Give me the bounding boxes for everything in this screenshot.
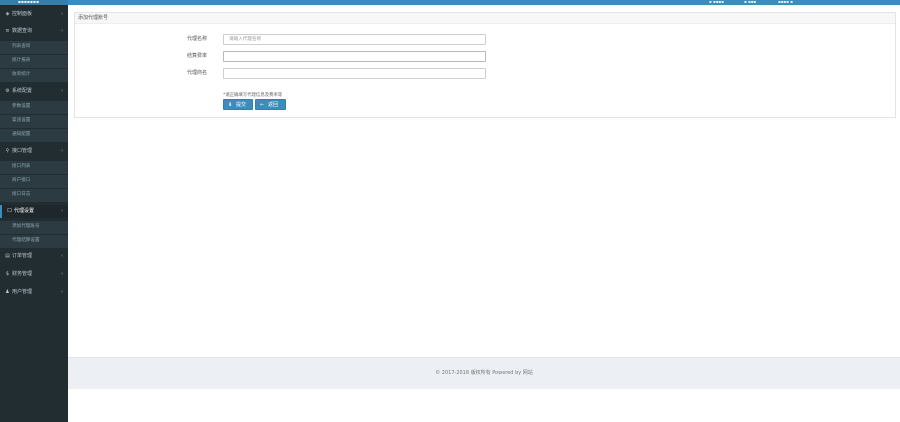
sidebar-subitem-label: 列表查询 xyxy=(12,44,31,49)
agent-merchant-label: 代理商名 xyxy=(186,70,207,76)
footer-copyright: © 2017-2018 版权所有 Powered by 网站 xyxy=(435,370,533,376)
sidebar-subitem[interactable]: 统计报表 xyxy=(0,55,68,68)
chevron-left-icon: ‹ xyxy=(61,208,63,214)
topnav-item-2[interactable]: ▪ ▪▪▪ xyxy=(744,0,756,4)
sidebar-item-label: 财务管理 xyxy=(12,271,33,277)
chevron-left-icon: ‹ xyxy=(61,88,63,94)
sidebar-subitem-label: 接口日志 xyxy=(12,192,31,197)
page-title: 添加代理账号 xyxy=(78,15,109,21)
chevron-left-icon: ‹ xyxy=(61,253,63,259)
sidebar-item-orders[interactable]: ▤ 订单管理 ‹ xyxy=(0,250,68,263)
form-box: 添加代理账号 代理名称 请输入代理名称 结算费率 代理商名 *请正确填写代理信息… xyxy=(74,12,896,118)
content-area: 添加代理账号 代理名称 请输入代理名称 结算费率 代理商名 *请正确填写代理信息… xyxy=(68,5,900,357)
sidebar-item-finance[interactable]: $ 财务管理 ‹ xyxy=(0,268,68,281)
sidebar-item-data-query[interactable]: ≡ 数据查询 ‹ xyxy=(0,25,68,38)
plug-icon: ⚲ xyxy=(5,148,10,154)
agent-name-label: 代理名称 xyxy=(186,36,207,42)
sidebar: ◈ 控制面板 ‹ ≡ 数据查询 ‹ 列表查询 统计报表 收单统计 ⚙ 系统配置 … xyxy=(0,5,68,422)
sidebar-subitem-label: 参数设置 xyxy=(12,104,31,109)
sidebar-subitem[interactable]: 通知配置 xyxy=(0,129,68,142)
topnav-item-1[interactable]: ▪ ▪▪▪▪ xyxy=(709,0,724,4)
sidebar-subitem[interactable]: 代理结算设置 xyxy=(0,235,68,248)
user-icon: ♟ xyxy=(5,289,10,295)
sidebar-subitem[interactable]: 渠道设置 xyxy=(0,115,68,128)
dashboard-icon: ◈ xyxy=(5,11,10,17)
box-header: 添加代理账号 xyxy=(75,13,895,24)
sidebar-subitem[interactable]: 收单统计 xyxy=(0,69,68,82)
sidebar-subitem-label: 接口列表 xyxy=(12,164,31,169)
sidebar-item-label: 控制面板 xyxy=(12,11,33,17)
brand-text: ▪▪▪▪▪▪▪ xyxy=(18,0,40,4)
sidebar-subitem[interactable]: 添加代理账号 xyxy=(0,221,68,234)
sidebar-item-interface[interactable]: ⚲ 接口管理 ‹ xyxy=(0,145,68,158)
sidebar-item-users[interactable]: ♟ 用户管理 ‹ xyxy=(0,286,68,299)
submit-button[interactable]: ⬇ 提交 xyxy=(223,99,253,110)
sidebar-item-label: 接口管理 xyxy=(12,148,33,154)
dollar-icon: $ xyxy=(5,271,10,277)
sidebar-subitem[interactable]: 列表查询 xyxy=(0,41,68,54)
back-label: 返回 xyxy=(268,102,279,108)
page-bottom xyxy=(68,389,900,422)
sidebar-subitem-label: 统计报表 xyxy=(12,58,31,63)
agent-name-placeholder: 请输入代理名称 xyxy=(229,37,262,42)
sidebar-subitem-label: 代理结算设置 xyxy=(12,238,40,243)
agent-name-input[interactable]: 请输入代理名称 xyxy=(223,34,486,45)
main-content: 添加代理账号 代理名称 请输入代理名称 结算费率 代理商名 *请正确填写代理信息… xyxy=(68,5,900,422)
sidebar-subitem-label: 渠道设置 xyxy=(12,118,31,123)
sidebar-item-agent-settings[interactable]: ☐ 代理设置 ‹ xyxy=(0,205,68,218)
sidebar-subitem-label: 收单统计 xyxy=(12,72,31,77)
sidebar-subitem-label: 商户接口 xyxy=(12,178,31,183)
back-button[interactable]: ← 返回 xyxy=(255,99,286,110)
sidebar-item-label: 用户管理 xyxy=(12,289,33,295)
sidebar-subitem[interactable]: 商户接口 xyxy=(0,175,68,188)
arrow-left-icon: ← xyxy=(260,102,265,108)
chevron-left-icon: ‹ xyxy=(61,148,63,154)
sidebar-item-label: 代理设置 xyxy=(14,208,35,214)
rate-label: 结算费率 xyxy=(186,53,207,59)
agent-merchant-input[interactable] xyxy=(223,68,486,79)
topnav-item-3[interactable]: ▪▪▪▪ ▪ xyxy=(778,0,793,4)
list-icon: ≡ xyxy=(5,28,10,34)
chevron-left-icon: ‹ xyxy=(61,28,63,34)
table-icon: ▤ xyxy=(5,253,10,259)
sidebar-item-dashboard[interactable]: ◈ 控制面板 ‹ xyxy=(0,8,68,21)
sidebar-subitem[interactable]: 接口日志 xyxy=(0,189,68,202)
sidebar-item-label: 订单管理 xyxy=(12,253,33,259)
rate-input[interactable] xyxy=(223,51,486,62)
submit-label: 提交 xyxy=(236,102,247,108)
sidebar-subitem[interactable]: 接口列表 xyxy=(0,161,68,174)
chevron-left-icon: ‹ xyxy=(61,11,63,17)
sidebar-subitem-label: 添加代理账号 xyxy=(12,224,40,229)
footer: © 2017-2018 版权所有 Powered by 网站 xyxy=(68,357,900,389)
sidebar-item-system-config[interactable]: ⚙ 系统配置 ‹ xyxy=(0,85,68,98)
sidebar-item-label: 数据查询 xyxy=(12,28,33,34)
gear-icon: ⚙ xyxy=(5,88,10,94)
sidebar-subitem[interactable]: 参数设置 xyxy=(0,101,68,114)
square-icon: ☐ xyxy=(7,208,12,214)
sidebar-item-label: 系统配置 xyxy=(12,88,33,94)
save-icon: ⬇ xyxy=(228,102,233,108)
chevron-left-icon: ‹ xyxy=(61,289,63,295)
sidebar-subitem-label: 通知配置 xyxy=(12,132,31,137)
chevron-left-icon: ‹ xyxy=(61,271,63,277)
